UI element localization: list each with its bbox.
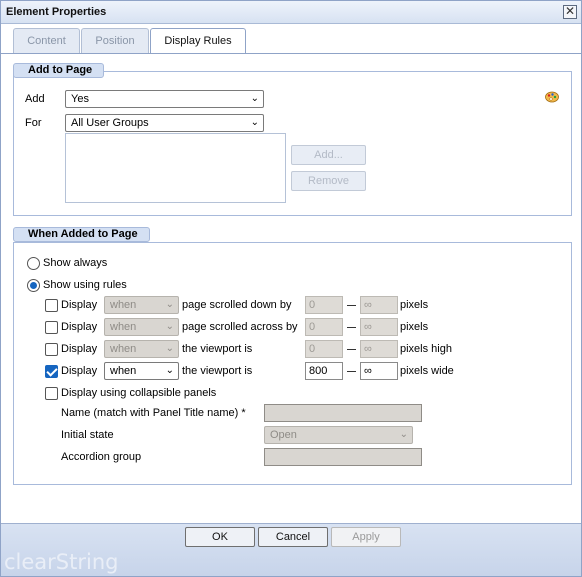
- rule-when-value: when: [110, 299, 137, 311]
- rule-viewport-high-from-input[interactable]: 0: [305, 340, 343, 358]
- range-dash: [347, 371, 356, 372]
- initial-state-value: Open: [270, 429, 297, 441]
- collapsible-panels-checkbox[interactable]: [45, 387, 58, 400]
- rule-viewport-wide-checkbox[interactable]: [45, 365, 58, 378]
- title-bar: Element Properties ✕: [1, 1, 581, 24]
- rule-unit-label: pixels: [400, 321, 429, 333]
- rule-scroll-down-when-select[interactable]: when ⌄: [104, 296, 179, 314]
- rule-scroll-across-checkbox[interactable]: [45, 321, 58, 334]
- rule-condition-label: the viewport is: [182, 343, 253, 355]
- accordion-group-label: Accordion group: [61, 451, 142, 463]
- rule-display-label: Display: [61, 299, 98, 311]
- range-dash: [347, 349, 356, 350]
- rule-scroll-across-to-input[interactable]: ∞: [360, 318, 398, 336]
- apply-button[interactable]: Apply: [331, 527, 401, 547]
- chevron-down-icon: ⌄: [399, 429, 408, 440]
- rule-scroll-down-to-input[interactable]: ∞: [360, 296, 398, 314]
- rule-scroll-across-from-input[interactable]: 0: [305, 318, 343, 336]
- rule-unit-label: pixels high: [400, 343, 452, 355]
- rule-display-label: Display: [61, 365, 98, 377]
- chevron-down-icon: ⌄: [165, 365, 174, 376]
- rule-scroll-across-when-select[interactable]: when ⌄: [104, 318, 179, 336]
- add-select-value: Yes: [71, 93, 89, 105]
- show-using-rules-label: Show using rules: [43, 279, 127, 291]
- palette-icon[interactable]: [545, 91, 559, 103]
- rule-when-value: when: [110, 365, 137, 377]
- rule-unit-label: pixels: [400, 299, 429, 311]
- tab-divider: [1, 53, 581, 54]
- remove-button[interactable]: Remove: [291, 171, 366, 191]
- rule-condition-label: page scrolled across by: [182, 321, 298, 333]
- show-using-rules-radio[interactable]: [27, 279, 40, 292]
- rule-display-label: Display: [61, 321, 98, 333]
- panel-name-input[interactable]: [264, 404, 422, 422]
- add-button[interactable]: Add...: [291, 145, 366, 165]
- collapsible-panels-label: Display using collapsible panels: [61, 387, 217, 399]
- chevron-down-icon: ⌄: [165, 299, 174, 310]
- rule-condition-label: page scrolled down by: [182, 299, 292, 311]
- range-dash: [347, 305, 356, 306]
- initial-state-label: Initial state: [61, 429, 114, 441]
- rule-viewport-high-when-select[interactable]: when ⌄: [104, 340, 179, 358]
- tab-display-rules[interactable]: Display Rules: [150, 28, 246, 54]
- add-to-page-legend: Add to Page: [13, 63, 104, 78]
- range-dash: [347, 327, 356, 328]
- chevron-down-icon: ⌄: [165, 321, 174, 332]
- user-groups-list[interactable]: [65, 133, 286, 203]
- brand-logo: clearString: [4, 550, 119, 574]
- ok-button[interactable]: OK: [185, 527, 255, 547]
- tab-content[interactable]: Content: [13, 28, 80, 53]
- rule-viewport-wide-when-select[interactable]: when ⌄: [104, 362, 179, 380]
- for-label: For: [25, 117, 42, 129]
- rule-condition-label: the viewport is: [182, 365, 253, 377]
- add-label: Add: [25, 93, 45, 105]
- when-added-legend: When Added to Page: [13, 227, 150, 242]
- rule-scroll-down-checkbox[interactable]: [45, 299, 58, 312]
- dialog-title: Element Properties: [6, 6, 107, 18]
- show-always-label: Show always: [43, 257, 108, 269]
- close-icon[interactable]: ✕: [563, 5, 577, 19]
- for-select[interactable]: All User Groups ⌄: [65, 114, 264, 132]
- chevron-down-icon: ⌄: [165, 343, 174, 354]
- chevron-down-icon: ⌄: [250, 93, 259, 104]
- for-select-value: All User Groups: [71, 117, 149, 129]
- rule-scroll-down-from-input[interactable]: 0: [305, 296, 343, 314]
- chevron-down-icon: ⌄: [250, 117, 259, 128]
- rule-viewport-wide-to-input[interactable]: ∞: [360, 362, 398, 380]
- tab-position[interactable]: Position: [81, 28, 149, 53]
- rule-display-label: Display: [61, 343, 98, 355]
- accordion-group-input[interactable]: [264, 448, 422, 466]
- add-select[interactable]: Yes ⌄: [65, 90, 264, 108]
- rule-viewport-high-checkbox[interactable]: [45, 343, 58, 356]
- initial-state-select[interactable]: Open ⌄: [264, 426, 413, 444]
- panel-name-label: Name (match with Panel Title name) *: [61, 407, 246, 419]
- rule-viewport-wide-from-input[interactable]: 800: [305, 362, 343, 380]
- show-always-radio[interactable]: [27, 257, 40, 270]
- rule-viewport-high-to-input[interactable]: ∞: [360, 340, 398, 358]
- rule-unit-label: pixels wide: [400, 365, 454, 377]
- element-properties-dialog: Element Properties ✕ Content Position Di…: [0, 0, 582, 577]
- rule-when-value: when: [110, 343, 137, 355]
- cancel-button[interactable]: Cancel: [258, 527, 328, 547]
- rule-when-value: when: [110, 321, 137, 333]
